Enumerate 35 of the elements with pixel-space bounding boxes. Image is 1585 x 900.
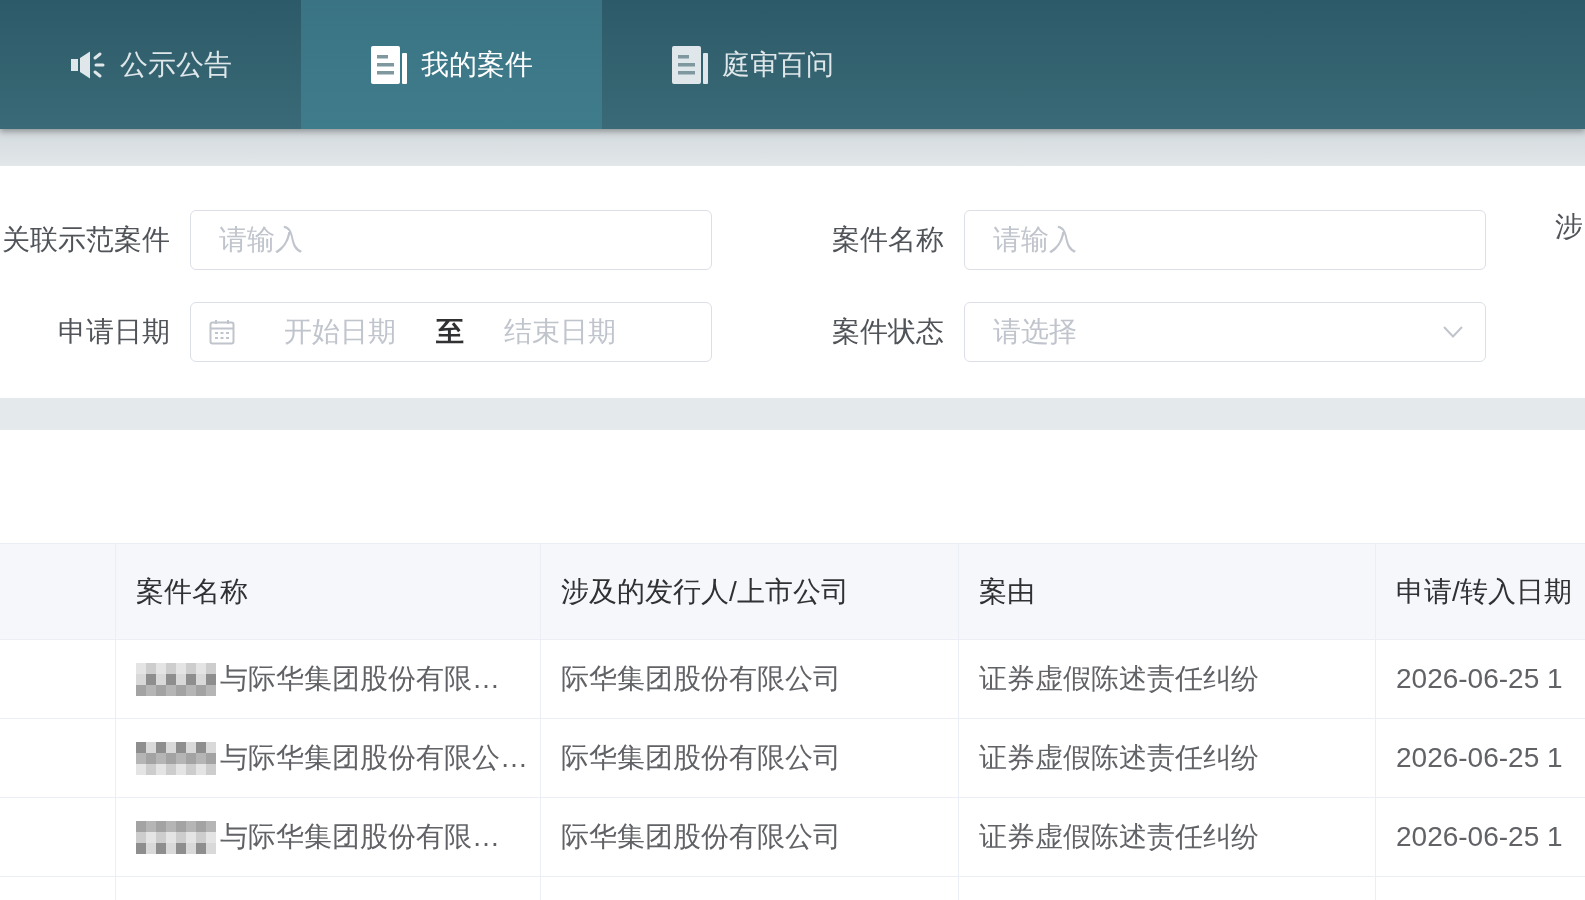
field-label: 涉 [1555,211,1583,242]
table-cell-text: 际华集团股份有限公司 [561,741,841,775]
chevron-down-icon [1443,326,1463,338]
field-label: 案件名称 [832,224,944,256]
column-header: 案件名称 [136,574,248,609]
end-date-input[interactable]: 结束日期 [465,312,655,352]
text-input[interactable]: 请输入 [964,210,1486,270]
nav-tab[interactable]: 庭审百问 [602,0,903,129]
table-cell-text: 际华集团股份有限公司 [561,662,841,696]
table-cell-text: 证券虚假陈述责任纠纷 [979,820,1259,854]
table-cell-text: 与际华集团股份有限公… [220,741,528,775]
range-separator: 至 [435,315,465,349]
field-label: 申请日期 [58,316,170,348]
column-header: 涉及的发行人/上市公司 [561,574,849,609]
table-cell: 2026-06-25 1 [1396,742,1563,774]
column-header: 申请/转入日期 [1396,574,1572,609]
nav-tab[interactable]: 公示公告 [0,0,301,129]
calendar-icon [209,319,235,345]
table-cell-text: 与际华集团股份有限… [220,820,500,854]
nav-tab[interactable]: 我的案件 [301,0,602,129]
text-input[interactable]: 请输入 [190,210,712,270]
start-date-input[interactable]: 开始日期 [245,312,435,352]
speaker-icon [69,49,106,80]
document-icon [370,45,407,84]
table-cell-text: 与际华集团股份有限… [220,662,500,696]
table-cell-text: 证券虚假陈述责任纠纷 [979,741,1259,775]
date-range-picker[interactable]: 开始日期 至 结束日期 [190,302,712,362]
document-icon [671,45,708,84]
table-cell-text: 际华集团股份有限公司 [561,820,841,854]
field-label: 关联示范案件 [2,224,170,256]
field-label: 案件状态 [832,316,944,348]
table-cell: 2026-06-25 1 [1396,821,1563,853]
table-cell: 2026-06-25 1 [1396,663,1563,695]
column-header: 案由 [979,574,1035,609]
table-cell-text: 证券虚假陈述责任纠纷 [979,662,1259,696]
